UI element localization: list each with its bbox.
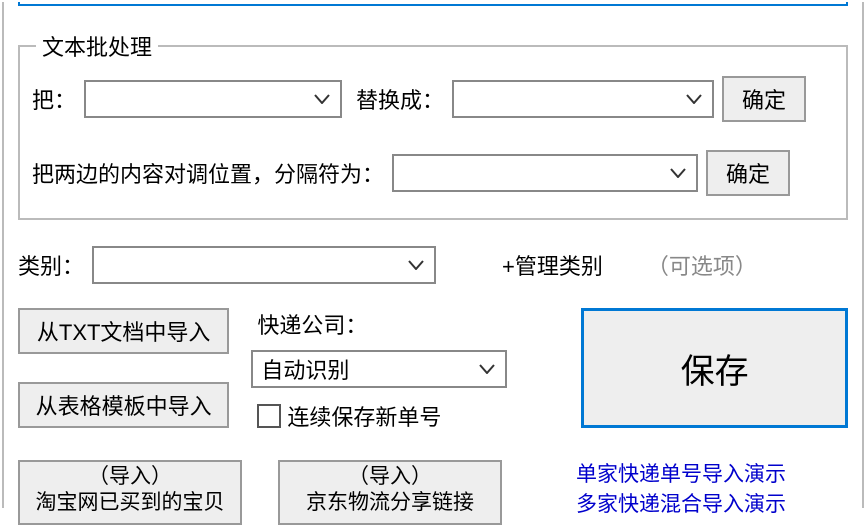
chevron-down-icon xyxy=(304,94,340,104)
import-txt-button[interactable]: 从TXT文档中导入 xyxy=(18,308,229,354)
label-category: 类别： xyxy=(18,249,84,281)
continuous-save-checkbox[interactable] xyxy=(257,404,281,428)
continuous-save-label: 连续保存新单号 xyxy=(287,400,441,432)
main-panel: 文本批处理 把： 替换成： 确定 把两边的内容对调位置，分隔符为： xyxy=(2,2,864,508)
label-replace: 替换成： xyxy=(356,83,444,115)
combo-separator[interactable] xyxy=(392,154,698,192)
demo-multi-link[interactable]: 多家快递混合导入演示 xyxy=(576,490,786,520)
combo-courier[interactable]: 自动识别 xyxy=(251,350,507,388)
combo-replace[interactable] xyxy=(452,80,714,118)
text-batch-group: 文本批处理 把： 替换成： 确定 把两边的内容对调位置，分隔符为： xyxy=(18,30,848,220)
chevron-down-icon xyxy=(398,260,434,270)
chevron-down-icon xyxy=(660,168,696,178)
label-swap: 把两边的内容对调位置，分隔符为： xyxy=(32,157,384,189)
chevron-down-icon xyxy=(676,94,712,104)
manage-category-link[interactable]: +管理类别 xyxy=(502,249,603,281)
label-put: 把： xyxy=(32,83,76,115)
text-batch-legend: 文本批处理 xyxy=(36,30,158,62)
optional-hint: （可选项） xyxy=(647,249,757,281)
chevron-down-icon xyxy=(469,364,505,374)
combo-put[interactable] xyxy=(84,80,342,118)
import-taobao-button[interactable]: （导入） 淘宝网已买到的宝贝 xyxy=(18,460,242,525)
import-table-button[interactable]: 从表格模板中导入 xyxy=(18,382,229,428)
save-button[interactable]: 保存 xyxy=(581,308,848,428)
combo-category[interactable] xyxy=(92,246,436,284)
import-jd-button[interactable]: （导入） 京东物流分享链接 xyxy=(278,460,502,525)
label-courier: 快递公司： xyxy=(257,308,507,340)
confirm-replace-button[interactable]: 确定 xyxy=(722,76,806,122)
confirm-swap-button[interactable]: 确定 xyxy=(706,150,790,196)
demo-single-link[interactable]: 单家快递单号导入演示 xyxy=(576,460,786,490)
